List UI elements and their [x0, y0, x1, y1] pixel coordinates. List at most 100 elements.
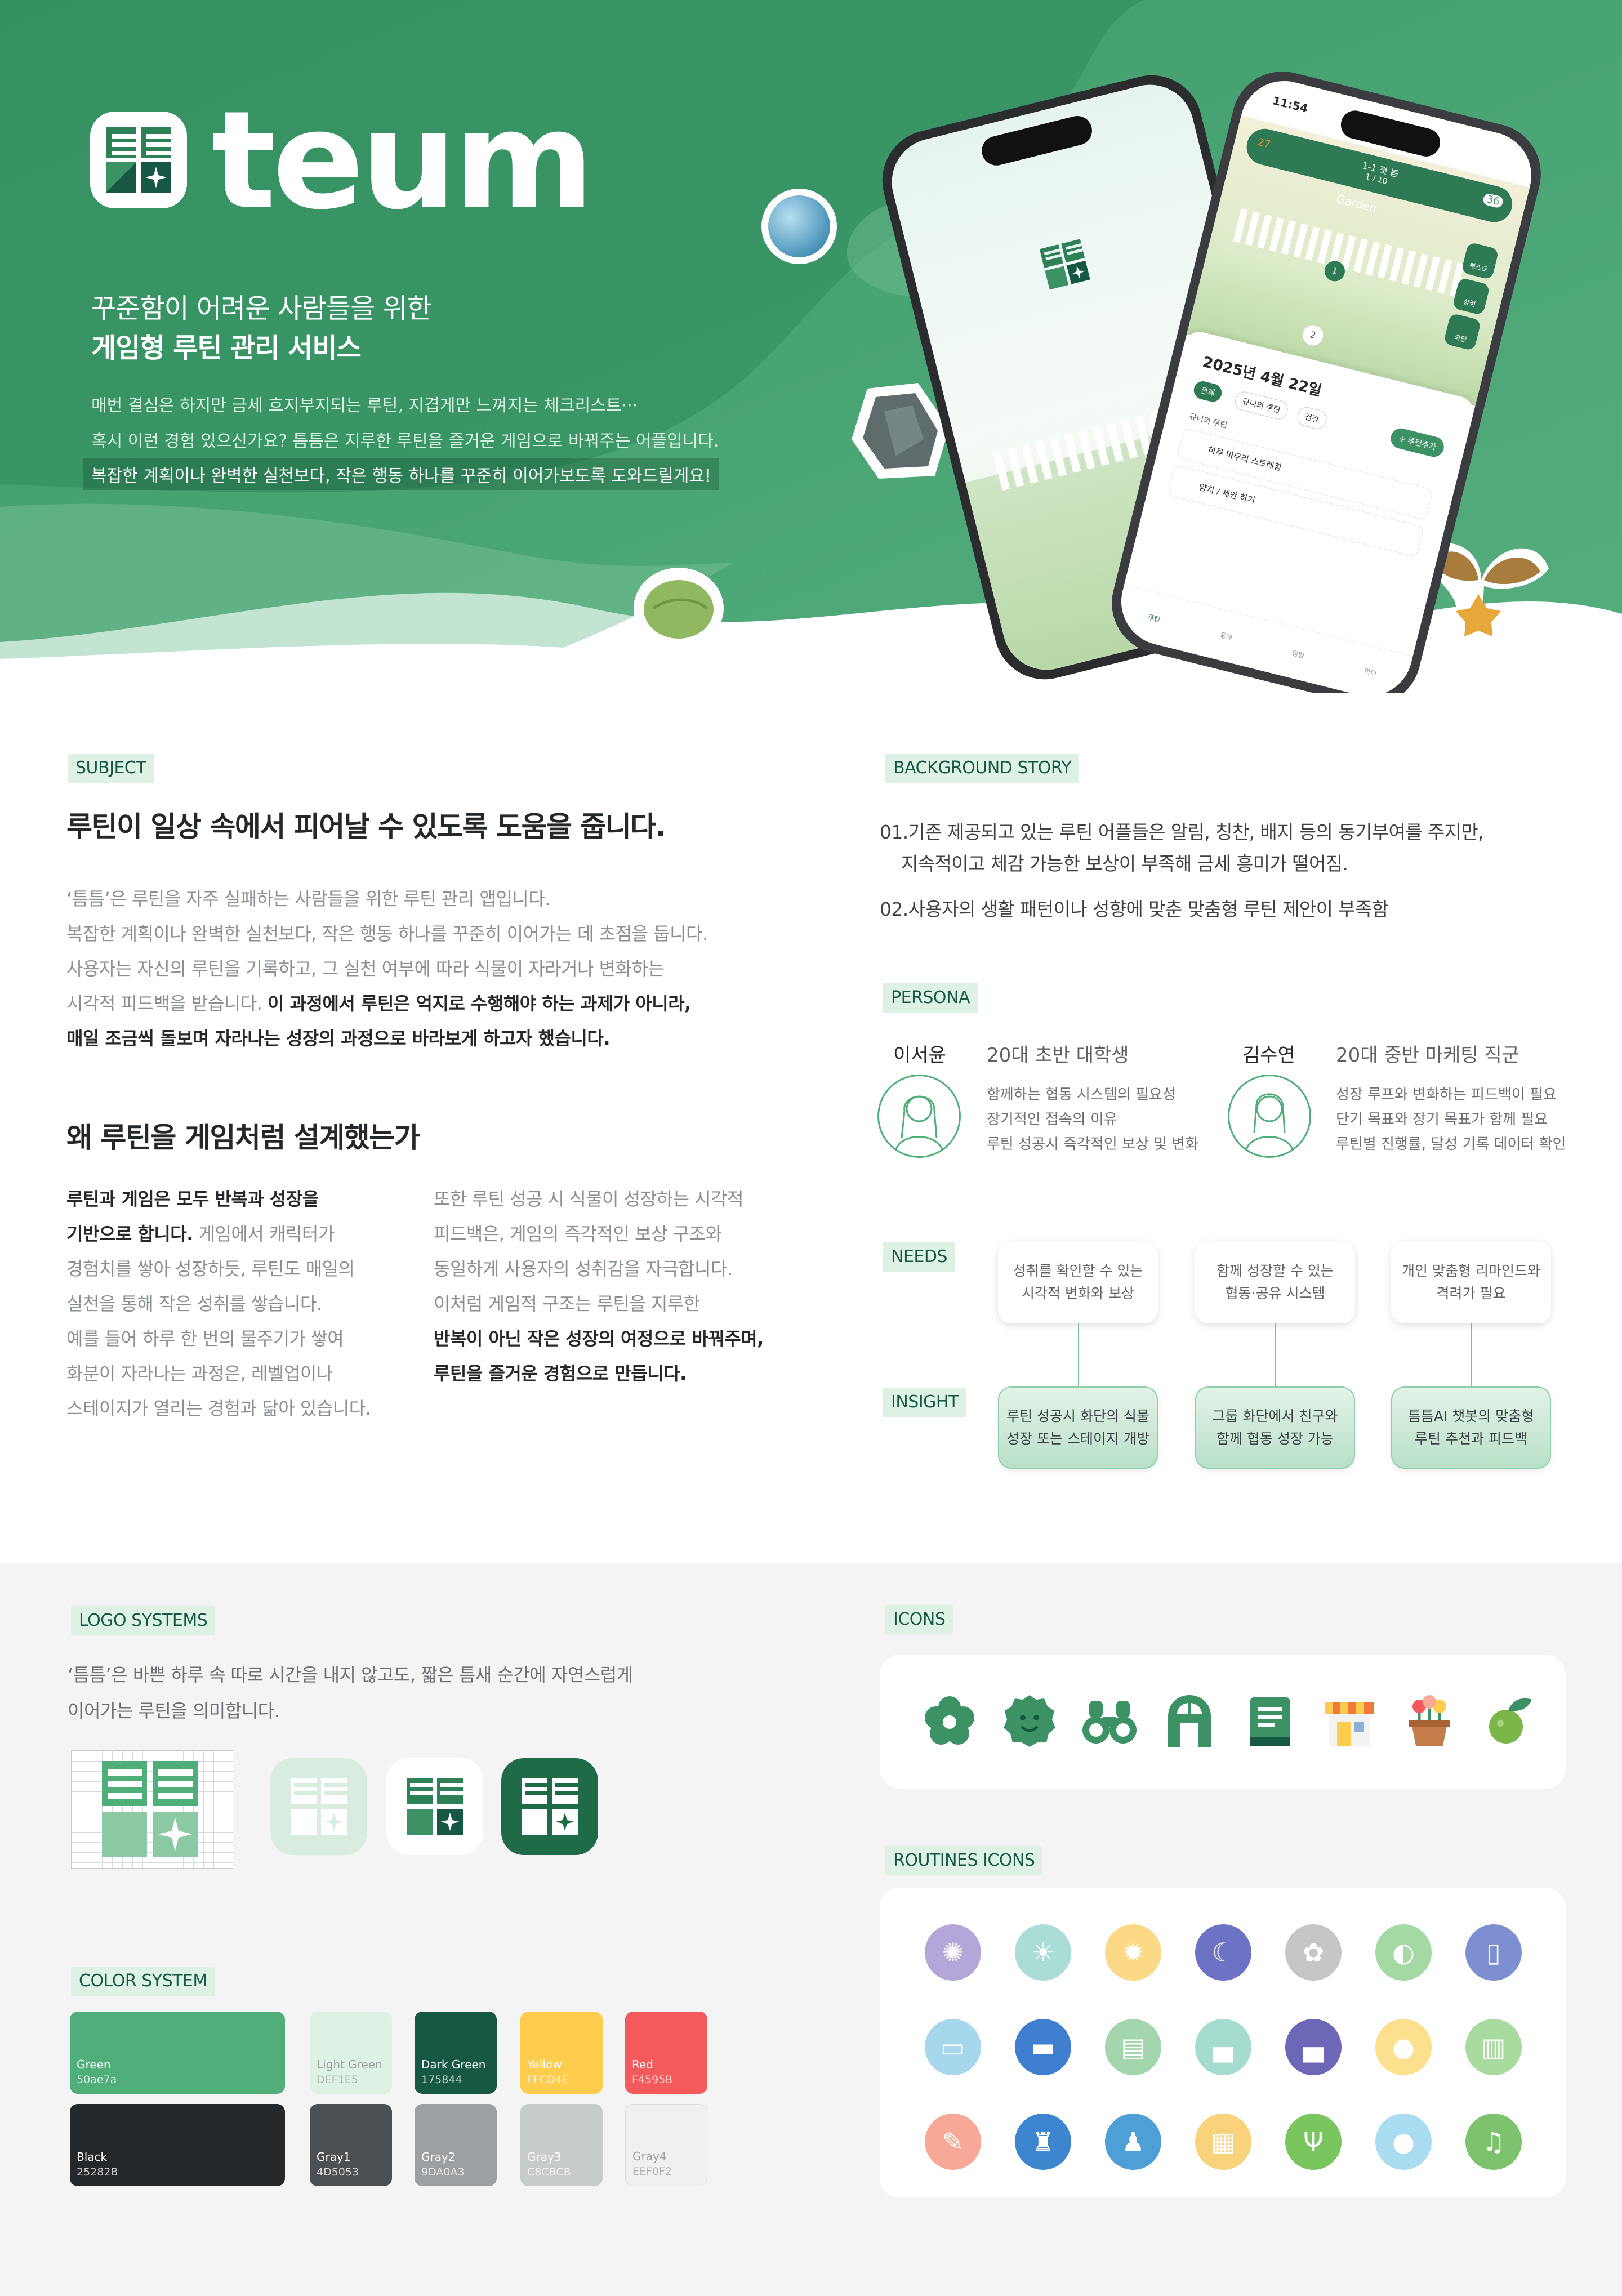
sun-gear-icon: ✺	[925, 1924, 981, 1981]
color-swatch-name: Black	[77, 2150, 108, 2164]
hero-tagline-bold: 게임형 루틴 관리 서비스	[91, 332, 362, 364]
color-swatch-hex: F4595B	[632, 2074, 673, 2086]
persona-details: 성장 루프와 변화하는 피드백이 필요 단기 목표와 장기 목표가 함께 필요 루틴…	[1336, 1086, 1566, 1153]
persona-role: 20대 초반 대학생	[987, 1044, 1129, 1067]
persona-details: 함께하는 협동 시스템의 필요성 장기적인 접속의 이유 루틴 성공시 즉각적인 보…	[987, 1086, 1199, 1153]
color-swatch-light-green: Light Green DEF1E5	[310, 2012, 392, 2094]
color-swatch-hex: DEF1E5	[317, 2074, 358, 2086]
section-tag-routine-icons: ROUTINES ICONS	[885, 1846, 1043, 1875]
color-swatch-green: Green 50ae7a	[70, 2012, 285, 2094]
pill-icon: ◐	[1375, 1924, 1432, 1981]
subject-paragraph: ‘틈틈’은 루틴을 자주 실패하는 사람들을 위한 루틴 관리 앱입니다. 복잡…	[66, 888, 708, 1049]
logo-variant-dark	[501, 1758, 598, 1855]
moon-icon: ☾	[1195, 1924, 1251, 1981]
color-swatch-hex: 50ae7a	[77, 2074, 117, 2086]
nav-tab-explore[interactable]: 탐험	[1291, 648, 1306, 661]
color-swatch-hex: 9DA0A3	[421, 2166, 465, 2178]
bed-purple-icon: ▄	[1285, 2019, 1342, 2075]
color-swatch-name: Gray1	[317, 2150, 351, 2164]
section-tag-logo: LOGO SYSTEMS	[71, 1606, 216, 1635]
why-paragraph-right: 또한 루틴 성공 시 식물이 성장하는 시각적 피드백은, 게임의 즉각적인 보…	[434, 1188, 764, 1384]
connector-line	[1471, 1322, 1472, 1388]
color-swatch-hex: FFCD4E	[527, 2074, 569, 2086]
background-item: 02.사용자의 생활 패턴이나 성향에 맞춘 맞춤형 루틴 제안이 부족함	[880, 898, 1389, 920]
color-swatch-name: Gray3	[527, 2150, 562, 2164]
logo-construction-grid	[71, 1750, 233, 1869]
droplet-icon: ●	[1375, 2114, 1432, 2170]
color-swatch-name: Light Green	[317, 2058, 382, 2071]
sun-orange-icon: ✹	[1105, 1924, 1161, 1981]
insight-card: 틈틈AI 챗봇의 맞춤형 루틴 추천과 피드백	[1391, 1386, 1551, 1469]
color-swatch-hex: 4D5053	[317, 2166, 359, 2178]
connector-line	[1078, 1322, 1079, 1388]
need-card: 성취를 확인할 수 있는 시각적 변화와 보상	[998, 1241, 1158, 1323]
color-swatch-name: Dark Green	[421, 2058, 486, 2071]
logo-variant-white	[386, 1758, 483, 1855]
routine-icons-card: ✺ ☀ ✹ ☾ ✿ ◐ ▯ ▭ ▬ ▤ ▄ ▄ ● ▥ ✎ ♜ ♟ ▦ Ψ ● ♫	[880, 1888, 1566, 2197]
section-tag-subject: SUBJECT	[68, 754, 154, 783]
section-tag-insight: INSIGHT	[883, 1388, 966, 1417]
filter-chip[interactable]: 건강	[1295, 405, 1329, 431]
color-swatch-name: Yellow	[527, 2058, 562, 2071]
teum-logo-mark	[90, 112, 187, 208]
background-item: 01.기존 제공되고 있는 루틴 어플들은 알림, 칭찬, 배지 등의 동기부여…	[880, 821, 1484, 843]
flower-white-icon: ✿	[1285, 1924, 1342, 1981]
filter-chip[interactable]: 전체	[1192, 379, 1224, 404]
color-swatch-gray1: Gray1 4D5053	[310, 2104, 392, 2186]
color-swatch-gray3: Gray3 C8CBCB	[520, 2104, 603, 2186]
stretch-icon: ♟	[1105, 2114, 1161, 2170]
broom-icon: ♜	[1015, 2114, 1071, 2170]
hero-banner: teum 꾸준함이 어려운 사람들을 위한 게임형 루틴 관리 서비스 매번 결…	[0, 0, 1622, 693]
hero-description: 혹시 이런 경험 있으신가요? 틈틈은 지루한 루틴을 즐거운 게임으로 바꿔주…	[91, 431, 719, 451]
trash-icon: ▥	[1465, 2019, 1522, 2075]
insight-card: 그룹 화단에서 친구와 함께 협동 성장 가능	[1195, 1386, 1355, 1469]
reading-icon: ▦	[1195, 2114, 1251, 2170]
color-swatch-name: Gray2	[421, 2150, 456, 2164]
why-paragraph-left: 루틴과 게임은 모두 반복과 성장을 기반으로 합니다. 게임에서 캐릭터가 경…	[66, 1188, 371, 1419]
icons-card	[880, 1655, 1566, 1789]
splash-logo-icon	[1039, 239, 1090, 290]
color-swatch-dark-green: Dark Green 175844	[415, 2012, 497, 2094]
leaf-fruit-icon	[1489, 1698, 1532, 1744]
section-tag-persona: PERSONA	[883, 983, 978, 1013]
color-swatch-gray2: Gray2 9DA0A3	[415, 2104, 497, 2186]
meal-icon: Ψ	[1285, 2114, 1342, 2170]
flower-pot-icon	[1409, 1695, 1450, 1746]
open-book-icon: ▤	[1105, 2019, 1161, 2075]
filter-chip[interactable]: 규니의 루틴	[1233, 390, 1290, 421]
color-swatch-yellow: Yellow FFCD4E	[520, 2012, 603, 2094]
teum-wordmark: teum	[211, 82, 594, 239]
nav-tab-stats[interactable]: 통계	[1219, 630, 1234, 643]
section-tag-background: BACKGROUND STORY	[885, 754, 1080, 783]
background-item: 지속적이고 체감 가능한 보상이 부족해 금세 흥미가 떨어짐.	[901, 853, 1348, 875]
memo-icon: ✎	[925, 2114, 981, 2170]
persona-avatar	[1228, 1075, 1311, 1158]
hero-tagline: 꾸준함이 어려운 사람들을 위한	[91, 293, 432, 324]
binoculars-icon	[1082, 1701, 1137, 1744]
color-swatch-black: Black 25282B	[70, 2104, 285, 2186]
nav-tab-my[interactable]: 마이	[1363, 666, 1378, 679]
color-swatch-hex: EEF0F2	[632, 2165, 672, 2178]
color-swatch-gray4: Gray4 EEF0F2	[625, 2104, 707, 2186]
color-swatch-hex: 175844	[421, 2074, 462, 2086]
smile-badge-icon	[1004, 1695, 1055, 1747]
nav-tab-routine[interactable]: 루틴	[1147, 612, 1162, 625]
dumbbell-icon: ▬	[1015, 2019, 1071, 2075]
section-tag-needs: NEEDS	[883, 1242, 955, 1272]
color-swatch-name: Green	[77, 2058, 111, 2071]
book-icon	[1250, 1697, 1290, 1746]
flower-icon	[925, 1696, 974, 1745]
color-swatch-hex: C8CBCB	[527, 2166, 571, 2178]
color-swatch-hex: 25282B	[77, 2166, 118, 2178]
section-tag-color: COLOR SYSTEM	[71, 1967, 215, 1996]
need-card: 함께 성장할 수 있는 협동·공유 시스템	[1195, 1241, 1355, 1323]
color-swatch-red: Red F4595B	[625, 2012, 707, 2094]
add-routine-button[interactable]: + 루틴추가	[1388, 426, 1446, 460]
bed-icon: ▄	[1195, 2019, 1251, 2075]
persona-name: 이서윤	[893, 1044, 946, 1067]
logo-variant-light	[270, 1758, 367, 1855]
connector-line	[1275, 1322, 1276, 1388]
logo-description: ‘틈틈’은 바쁜 하루 속 따로 시간을 내지 않고도, 짧은 틈새 순간에 자…	[68, 1664, 633, 1722]
sun-icon: ☀	[1015, 1924, 1071, 1981]
shop-icon	[1325, 1702, 1374, 1746]
